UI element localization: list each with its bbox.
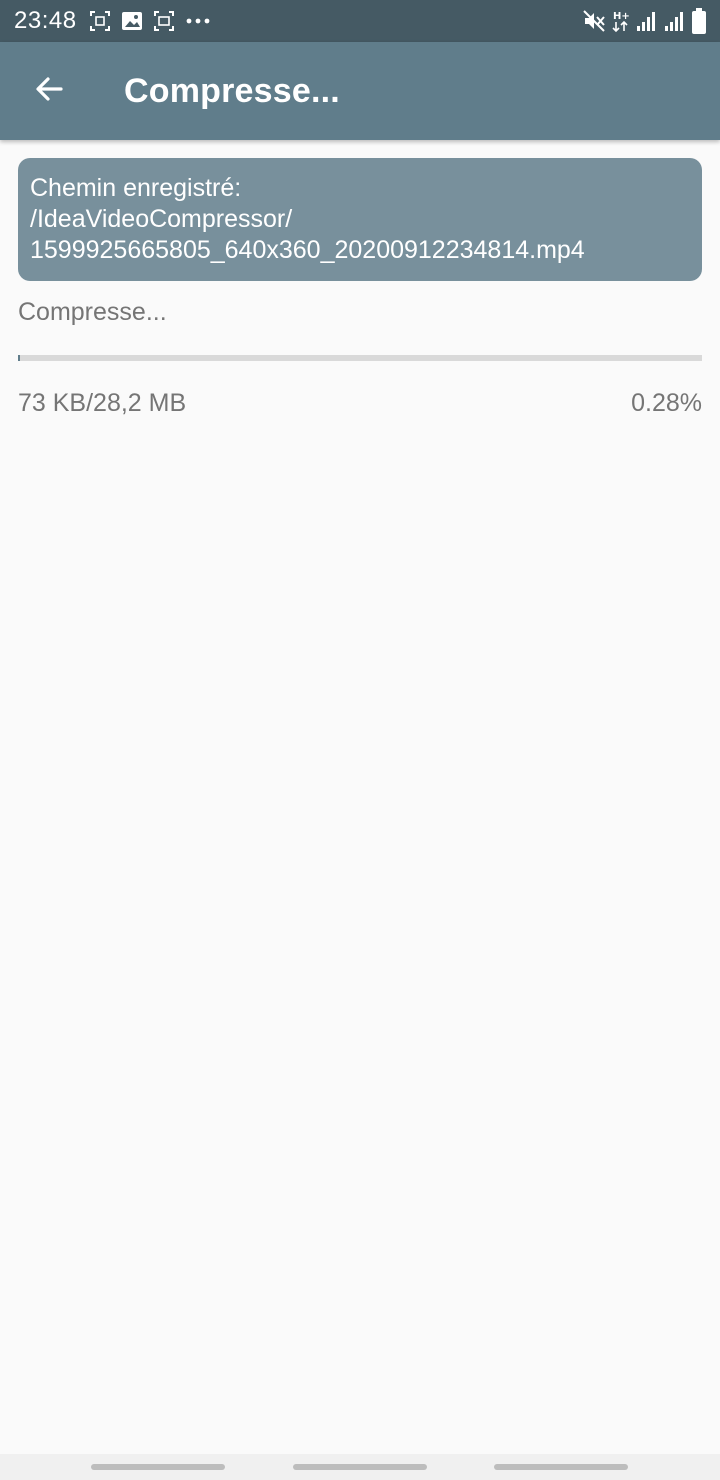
screen-record-icon — [153, 10, 175, 32]
status-right-icons: H+ — [582, 8, 706, 34]
battery-icon — [692, 8, 706, 34]
compress-progress-bar — [18, 355, 702, 361]
compress-progress-fill — [18, 355, 20, 361]
nav-handle-right[interactable] — [494, 1464, 628, 1470]
page-title: Compresse... — [124, 71, 340, 110]
nav-handle-left[interactable] — [91, 1464, 225, 1470]
compress-percent-text: 0.28% — [631, 389, 702, 417]
app-bar: Compresse... — [0, 42, 720, 140]
gesture-nav-bar — [0, 1454, 720, 1480]
arrow-back-icon[interactable] — [34, 74, 64, 109]
back-button[interactable] — [18, 60, 80, 122]
hplus-data-icon: H+ — [612, 9, 630, 33]
saved-path-box: Chemin enregistré: /IdeaVideoCompressor/… — [18, 158, 702, 281]
status-time: 23:48 — [14, 7, 77, 34]
saved-path-label: Chemin enregistré: — [30, 174, 242, 202]
compress-status-text: Compresse... — [18, 298, 167, 326]
mute-icon — [582, 9, 606, 33]
more-dots-icon — [185, 10, 211, 32]
screenshot-icon — [89, 10, 111, 32]
svg-text:H+: H+ — [613, 11, 630, 22]
status-bar: 23:48 H+ — [0, 0, 720, 42]
nav-handle-center[interactable] — [293, 1464, 427, 1470]
signal-icon — [636, 9, 658, 33]
compressed-size-text: 73 KB/28,2 MB — [18, 389, 187, 417]
image-icon — [121, 10, 143, 32]
status-left-icons — [89, 10, 211, 32]
saved-path-folder: /IdeaVideoCompressor/ — [30, 205, 293, 233]
saved-path-filename: 1599925665805_640x360_20200912234814.mp4 — [30, 236, 585, 264]
signal-icon-2 — [664, 9, 686, 33]
